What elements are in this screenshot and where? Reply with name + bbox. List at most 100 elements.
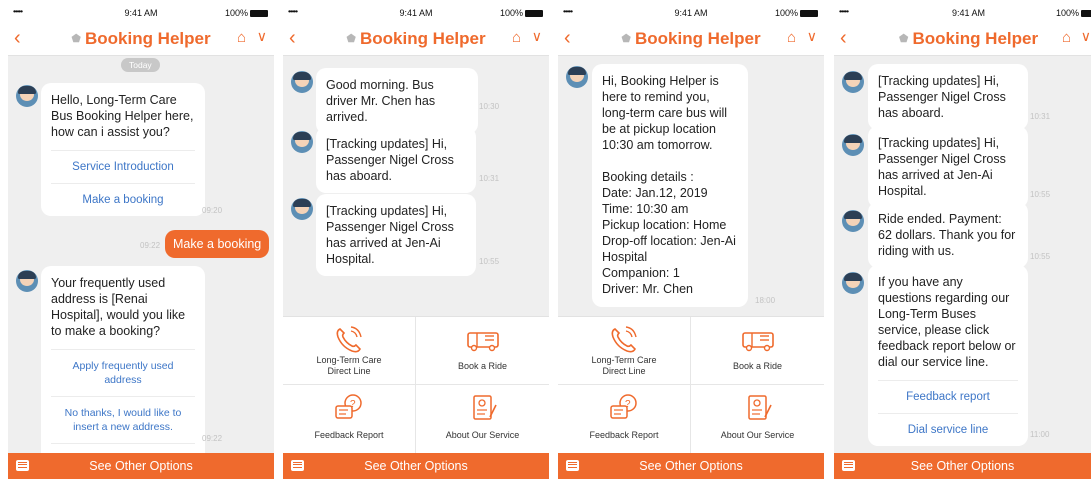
screen-ride-ended: ••••• 9:41 AM 100% ‹ ⬟ Booking Helper ⌂ ∨… bbox=[834, 4, 1091, 479]
home-icon[interactable]: ⌂ bbox=[237, 29, 246, 46]
keyboard-icon[interactable] bbox=[842, 460, 855, 471]
chevron-down-icon[interactable]: ∨ bbox=[257, 28, 267, 45]
book-ride-button[interactable]: Book a Ride bbox=[416, 317, 549, 385]
date-divider: Today bbox=[121, 58, 160, 72]
chevron-down-icon[interactable]: ∨ bbox=[532, 28, 542, 45]
battery-label: 100% bbox=[774, 8, 798, 18]
see-other-options-bar[interactable]: See Other Options bbox=[283, 453, 549, 479]
bot-message: Ride ended. Payment: 62 dollars. Thank y… bbox=[868, 202, 1028, 268]
see-other-options-bar[interactable]: See Other Options bbox=[834, 453, 1091, 479]
timestamp: 10:31 bbox=[479, 174, 500, 183]
nav-bar: ‹ ⬟ Booking Helper ⌂ ∨ bbox=[8, 22, 274, 56]
battery-icon bbox=[525, 9, 543, 17]
screen-tracking: ••••• 9:41 AM 100% ‹ ⬟ Booking Helper ⌂ ∨… bbox=[283, 4, 549, 479]
service-introduction-option[interactable]: Service Introduction bbox=[51, 150, 195, 183]
document-icon bbox=[472, 395, 497, 420]
feedback-report-button[interactable]: ? Feedback Report bbox=[283, 385, 416, 453]
phone-icon bbox=[336, 326, 362, 353]
bot-avatar bbox=[291, 131, 313, 153]
keyboard-icon[interactable] bbox=[291, 460, 304, 471]
detail-pickup: Pickup location: Home bbox=[602, 218, 727, 232]
nav-bar: ‹ ⬟ Booking Helper ⌂ ∨ bbox=[558, 22, 824, 56]
shield-icon: ⬟ bbox=[346, 33, 356, 45]
direct-line-button[interactable]: Long-Term Care Direct Line bbox=[283, 317, 416, 385]
see-other-options-bar[interactable]: See Other Options bbox=[558, 453, 824, 479]
timestamp: 10:55 bbox=[1030, 252, 1051, 261]
nav-bar: ‹ ⬟ Booking Helper ⌂ ∨ bbox=[283, 22, 549, 56]
timestamp: 10:31 bbox=[1030, 112, 1051, 121]
see-other-options-bar[interactable]: See Other Options bbox=[8, 453, 274, 479]
battery-label: 100% bbox=[499, 8, 523, 18]
bot-message: Your frequently used address is [Renai H… bbox=[41, 266, 205, 476]
status-bar: ••••• 9:41 AM 100% bbox=[283, 4, 549, 22]
status-bar: ••••• 9:41 AM 100% bbox=[8, 4, 274, 22]
status-bar: ••••• 9:41 AM 100% bbox=[558, 4, 824, 22]
feedback-report-button[interactable]: ? Feedback Report bbox=[558, 385, 691, 453]
dial-service-line-option[interactable]: Dial service line bbox=[878, 413, 1018, 446]
book-ride-button[interactable]: Book a Ride bbox=[691, 317, 824, 385]
bot-avatar bbox=[16, 270, 38, 292]
detail-driver: Driver: Mr. Chen bbox=[602, 282, 693, 296]
document-icon bbox=[747, 395, 772, 420]
battery-label: 100% bbox=[1055, 8, 1079, 18]
battery-label: 100% bbox=[224, 8, 248, 18]
screen-booking-start: ••••• 9:41 AM 100% ‹ ⬟ Booking Helper ⌂ ∨… bbox=[8, 4, 274, 479]
home-icon[interactable]: ⌂ bbox=[787, 29, 796, 46]
see-other-options-label: See Other Options bbox=[910, 459, 1015, 473]
timestamp: 09:20 bbox=[202, 206, 223, 215]
bot-message: If you have any questions regarding our … bbox=[868, 265, 1028, 446]
feedback-report-option[interactable]: Feedback report bbox=[878, 380, 1018, 413]
battery-icon bbox=[1081, 9, 1091, 17]
bot-message: [Tracking updates] Hi, Passenger Nigel C… bbox=[316, 194, 476, 276]
home-icon[interactable]: ⌂ bbox=[1062, 29, 1071, 46]
status-bar: ••••• 9:41 AM 100% bbox=[834, 4, 1091, 22]
about-service-button[interactable]: About Our Service bbox=[691, 385, 824, 453]
bot-avatar bbox=[291, 198, 313, 220]
detail-date: Date: Jan.12, 2019 bbox=[602, 186, 708, 200]
bot-avatar bbox=[842, 272, 864, 294]
chevron-down-icon[interactable]: ∨ bbox=[807, 28, 817, 45]
reminder-text: Hi, Booking Helper is here to remind you… bbox=[602, 74, 728, 152]
bot-message: Good morning. Bus driver Mr. Chen has ar… bbox=[316, 68, 478, 134]
feedback-icon: ? bbox=[335, 394, 362, 419]
home-icon[interactable]: ⌂ bbox=[512, 29, 521, 46]
service-menu: Long-Term Care Direct Line Book a Ride ?… bbox=[283, 316, 549, 453]
keyboard-icon[interactable] bbox=[16, 460, 29, 471]
bot-avatar bbox=[842, 134, 864, 156]
bus-icon bbox=[741, 332, 774, 352]
detail-time: Time: 10:30 am bbox=[602, 202, 689, 216]
about-service-button[interactable]: About Our Service bbox=[416, 385, 549, 453]
see-other-options-label: See Other Options bbox=[364, 459, 468, 473]
new-address-option[interactable]: No thanks, I would like to insert a new … bbox=[51, 396, 195, 443]
service-menu: Long-Term Care Direct Line Book a Ride ?… bbox=[558, 316, 824, 453]
timestamp: 09:22 bbox=[202, 434, 223, 443]
bot-avatar bbox=[291, 71, 313, 93]
details-title: Booking details : bbox=[602, 170, 694, 184]
keyboard-icon[interactable] bbox=[566, 460, 579, 471]
shield-icon: ⬟ bbox=[71, 33, 81, 45]
bot-message: [Tracking updates] Hi, Passenger Nigel C… bbox=[868, 126, 1028, 208]
page-title: Booking Helper bbox=[912, 29, 1039, 48]
page-title: Booking Helper bbox=[84, 29, 211, 48]
page-title: Booking Helper bbox=[634, 29, 761, 48]
bot-avatar bbox=[842, 71, 864, 93]
shield-icon: ⬟ bbox=[621, 33, 631, 45]
detail-companion: Companion: 1 bbox=[602, 266, 680, 280]
bot-message: Hi, Booking Helper is here to remind you… bbox=[592, 64, 748, 307]
user-message: Make a booking bbox=[165, 230, 270, 258]
shield-icon: ⬟ bbox=[898, 33, 909, 45]
timestamp: 10:55 bbox=[1030, 190, 1051, 199]
screen-reminder: ••••• 9:41 AM 100% ‹ ⬟ Booking Helper ⌂ ∨… bbox=[558, 4, 824, 479]
chevron-down-icon[interactable]: ∨ bbox=[1081, 28, 1091, 45]
detail-dropoff: Drop-off location: Jen-Ai Hospital bbox=[602, 234, 736, 264]
direct-line-button[interactable]: Long-Term Care Direct Line bbox=[558, 317, 691, 385]
apply-address-option[interactable]: Apply frequently used address bbox=[51, 349, 195, 396]
feedback-icon: ? bbox=[610, 394, 637, 419]
see-other-options-label: See Other Options bbox=[89, 459, 193, 473]
make-booking-option[interactable]: Make a booking bbox=[51, 183, 195, 216]
bot-avatar bbox=[566, 66, 588, 88]
phone-icon bbox=[611, 326, 637, 353]
bot-message: [Tracking updates] Hi, Passenger Nigel C… bbox=[868, 64, 1028, 130]
nav-bar: ‹ ⬟ Booking Helper ⌂ ∨ bbox=[834, 22, 1091, 56]
bot-avatar bbox=[16, 85, 38, 107]
